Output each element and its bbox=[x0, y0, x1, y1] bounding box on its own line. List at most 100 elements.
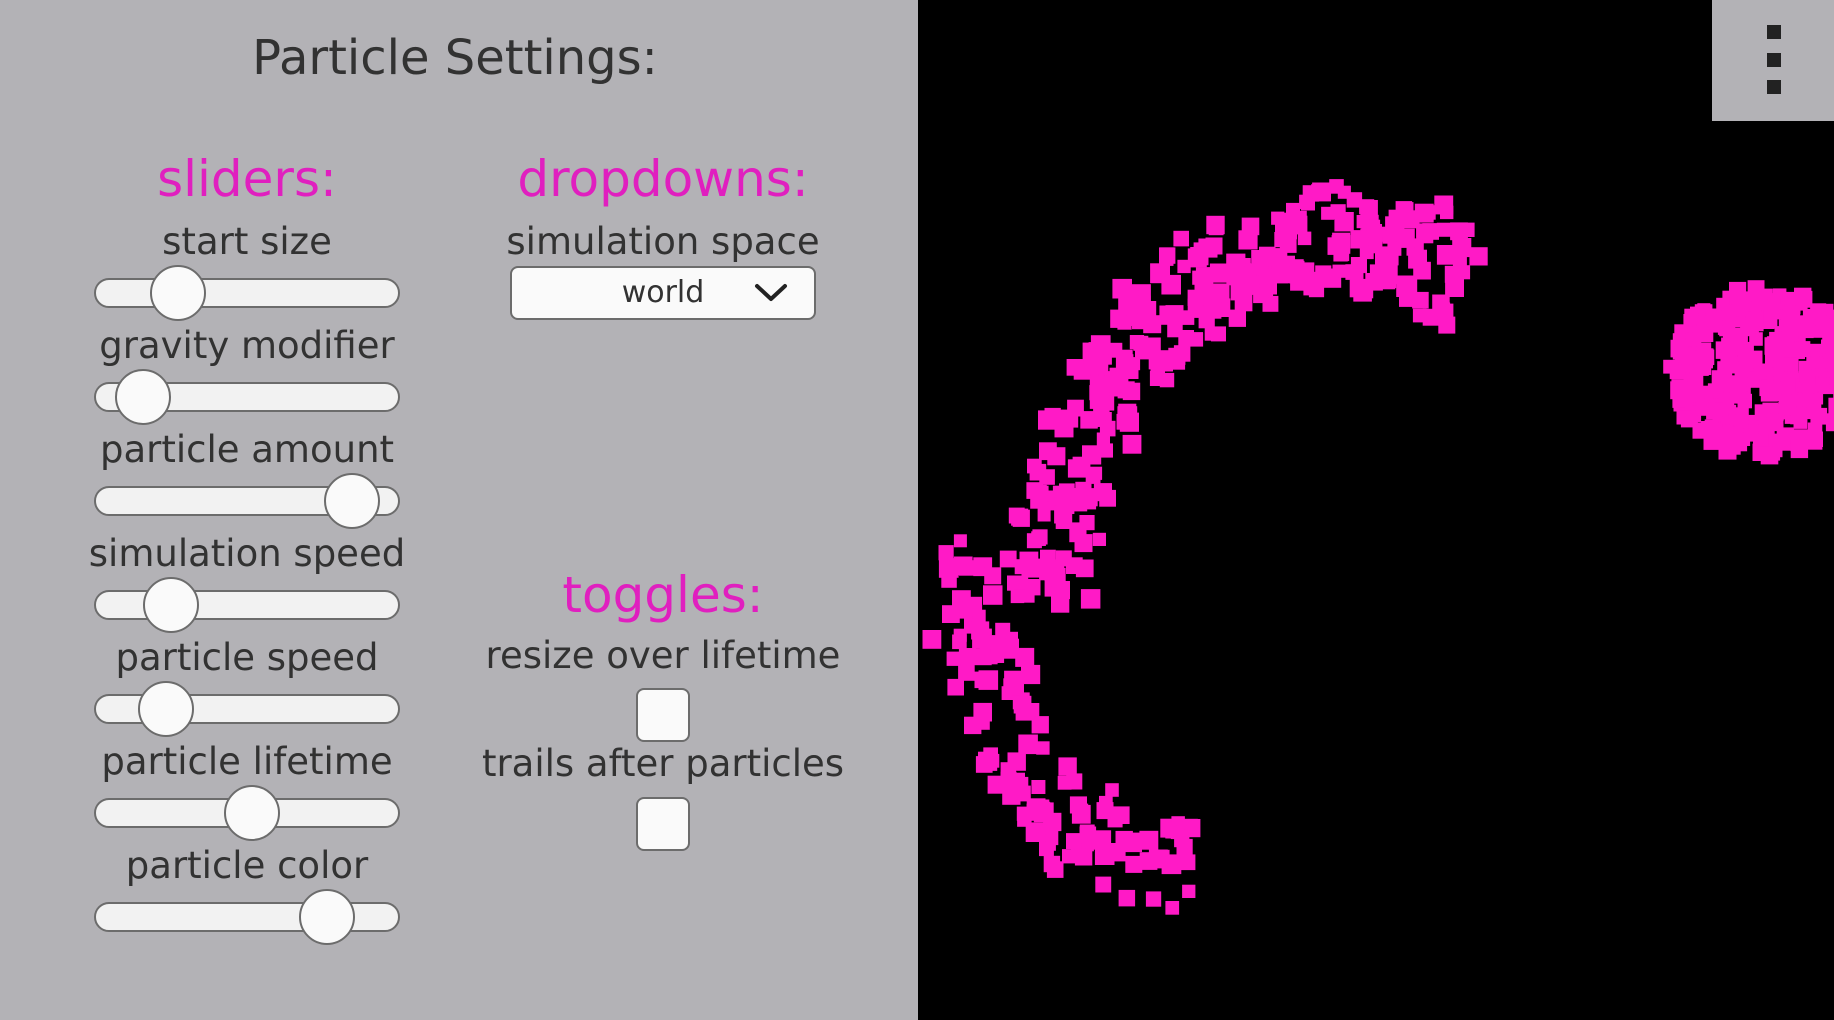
start-size-slider-thumb[interactable] bbox=[150, 265, 207, 321]
particle bbox=[1122, 434, 1142, 454]
particle bbox=[1346, 192, 1363, 208]
slider-label-gravity-modifier: gravity modifier bbox=[99, 324, 395, 367]
particle bbox=[1117, 406, 1138, 426]
resize-over-lifetime-checkbox[interactable] bbox=[636, 688, 690, 742]
particle bbox=[1320, 268, 1339, 287]
particle-amount-slider[interactable] bbox=[94, 473, 400, 529]
simulation-space-dropdown[interactable]: world bbox=[510, 266, 816, 320]
menu-button[interactable] bbox=[1712, 0, 1834, 121]
particle bbox=[1056, 495, 1071, 510]
particle-viewport bbox=[918, 0, 1834, 1020]
particle bbox=[1412, 291, 1429, 309]
gravity-modifier-slider[interactable] bbox=[94, 369, 400, 425]
particle bbox=[1079, 824, 1095, 840]
particle bbox=[1099, 420, 1116, 437]
particle bbox=[942, 605, 960, 623]
particle bbox=[1211, 286, 1228, 303]
particle bbox=[1036, 741, 1050, 755]
toggle-label-resize-over-lifetime: resize over lifetime bbox=[485, 634, 841, 677]
start-size-slider[interactable] bbox=[94, 265, 400, 321]
particle bbox=[1062, 849, 1077, 864]
trails-after-particles-checkbox[interactable] bbox=[636, 797, 690, 851]
particle bbox=[1786, 322, 1801, 336]
particle bbox=[1818, 318, 1832, 332]
particle bbox=[1021, 664, 1041, 685]
particle bbox=[1321, 206, 1335, 220]
particle bbox=[1334, 212, 1354, 232]
particle bbox=[1080, 589, 1101, 609]
particle bbox=[1826, 413, 1834, 431]
particle bbox=[1366, 219, 1381, 233]
particle bbox=[1749, 311, 1764, 326]
particle bbox=[1780, 377, 1796, 393]
particle bbox=[984, 567, 1002, 585]
particle bbox=[1187, 289, 1204, 306]
particle bbox=[1705, 308, 1723, 326]
particle-speed-slider-thumb[interactable] bbox=[137, 681, 194, 737]
particle bbox=[1312, 182, 1331, 202]
particle bbox=[1238, 230, 1258, 250]
particle bbox=[1003, 678, 1021, 696]
particle-amount-slider-thumb[interactable] bbox=[324, 473, 381, 529]
slider-label-start-size: start size bbox=[162, 220, 332, 263]
particle bbox=[1793, 415, 1808, 429]
particle bbox=[1067, 399, 1084, 417]
particle bbox=[1779, 398, 1797, 416]
particle bbox=[1074, 848, 1093, 866]
particle bbox=[1422, 223, 1439, 240]
particle bbox=[1828, 397, 1834, 415]
particle bbox=[1088, 342, 1104, 358]
particle-lifetime-slider[interactable] bbox=[94, 785, 400, 841]
particle bbox=[1010, 589, 1025, 604]
particle bbox=[1150, 263, 1170, 284]
particle bbox=[1764, 303, 1781, 320]
simulation-speed-slider-thumb[interactable] bbox=[142, 577, 199, 633]
particle-speed-slider[interactable] bbox=[94, 681, 400, 737]
particle bbox=[1066, 557, 1083, 574]
particle bbox=[1227, 266, 1245, 284]
particle bbox=[1206, 215, 1225, 235]
particle bbox=[1179, 854, 1196, 871]
particle bbox=[1031, 780, 1046, 794]
particle bbox=[1766, 413, 1784, 432]
gravity-modifier-slider-thumb[interactable] bbox=[115, 369, 172, 425]
particle bbox=[1790, 440, 1809, 459]
particle bbox=[1165, 821, 1183, 839]
particle bbox=[1345, 264, 1362, 280]
particle bbox=[1032, 529, 1048, 545]
particle-color-slider[interactable] bbox=[94, 889, 400, 945]
dropdown-label-simulation-space: simulation space bbox=[506, 220, 820, 263]
particle-color-slider-thumb[interactable] bbox=[299, 889, 356, 945]
particle bbox=[962, 596, 983, 617]
particle bbox=[1722, 327, 1741, 346]
particle bbox=[1779, 342, 1795, 358]
particle bbox=[990, 649, 1005, 663]
particle bbox=[1000, 762, 1017, 778]
particle bbox=[1776, 431, 1791, 445]
particle bbox=[1436, 245, 1457, 265]
particle bbox=[1122, 832, 1142, 853]
particle bbox=[1047, 447, 1066, 466]
particle bbox=[1794, 287, 1812, 306]
particle-lifetime-slider-thumb[interactable] bbox=[223, 785, 280, 841]
panel-title: Particle Settings: bbox=[252, 30, 658, 86]
particle bbox=[1360, 200, 1378, 218]
particle bbox=[983, 585, 1003, 605]
particle bbox=[1734, 361, 1750, 378]
particle bbox=[987, 775, 1006, 794]
particle bbox=[1716, 297, 1730, 311]
particle bbox=[1434, 195, 1454, 215]
particle bbox=[1445, 278, 1464, 297]
chevron-down-icon bbox=[755, 284, 787, 301]
particle bbox=[1105, 783, 1119, 797]
simulation-speed-slider[interactable] bbox=[94, 577, 400, 633]
particle bbox=[1154, 350, 1174, 370]
particle bbox=[1672, 333, 1686, 347]
particle bbox=[1692, 326, 1708, 342]
particle bbox=[1794, 341, 1811, 358]
particle bbox=[1055, 513, 1072, 529]
particle bbox=[1687, 374, 1704, 391]
particle bbox=[958, 648, 976, 665]
particle bbox=[973, 713, 990, 730]
particle bbox=[1173, 230, 1189, 247]
